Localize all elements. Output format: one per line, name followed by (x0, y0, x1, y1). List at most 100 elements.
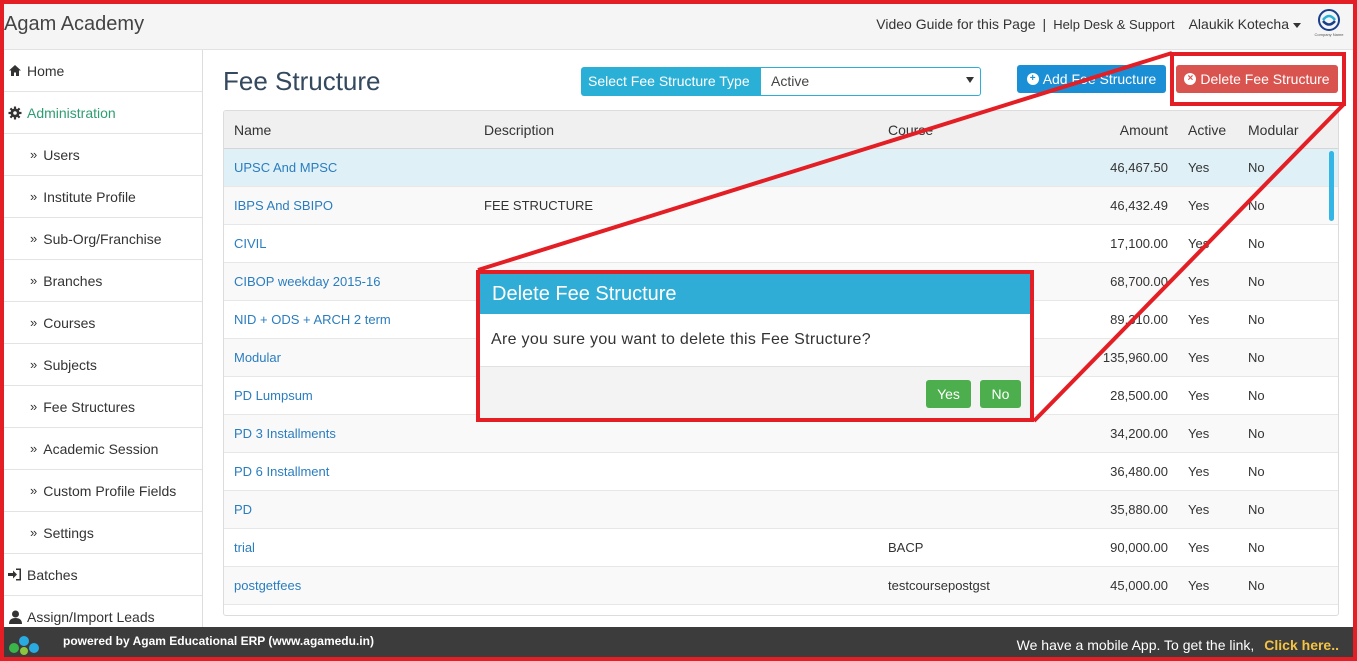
fee-structure-type-select: Select Fee Structure Type Active (581, 67, 981, 96)
cell-amount: 46,467.50 (1110, 160, 1168, 175)
cell-modular: No (1248, 236, 1265, 251)
double-chevron-icon: » (30, 315, 38, 330)
cell-name[interactable]: CIBOP weekday 2015-16 (234, 263, 380, 301)
cell-name[interactable]: CIVIL (234, 225, 267, 263)
fee-structure-type-dropdown[interactable]: Active (761, 67, 981, 96)
sidebar-item-sub-org[interactable]: » Sub-Org/Franchise (4, 218, 202, 260)
cell-name[interactable]: NID + ODS + ARCH 2 term (234, 301, 391, 339)
sidebar-item-users[interactable]: » Users (4, 134, 202, 176)
cell-active: Yes (1188, 464, 1210, 479)
table-row[interactable]: UPSC And MPSC 46,467.50 Yes No (224, 149, 1338, 187)
cell-amount: 17,100.00 (1110, 236, 1168, 251)
user-menu[interactable]: Alaukik Kotecha (1189, 16, 1301, 32)
sign-in-icon (6, 568, 24, 581)
powered-by-text: powered by Agam Educational ERP (www.aga… (63, 634, 374, 648)
sidebar-item-courses[interactable]: » Courses (4, 302, 202, 344)
help-desk-link[interactable]: Help Desk & Support (1053, 17, 1174, 32)
column-header-active[interactable]: Active (1188, 111, 1226, 149)
footer: powered by Agam Educational ERP (www.aga… (0, 627, 1357, 661)
column-header-course[interactable]: Course (888, 111, 933, 149)
cell-name[interactable]: PD (234, 491, 252, 529)
column-header-name[interactable]: Name (234, 111, 271, 149)
cell-amount: 89,310.00 (1110, 312, 1168, 327)
table-scrollbar[interactable] (1329, 151, 1334, 221)
dropdown-arrow-icon (966, 77, 974, 83)
cell-active: Yes (1188, 426, 1210, 441)
double-chevron-icon: » (30, 483, 38, 498)
agam-logo-icon (9, 636, 39, 655)
cell-modular: No (1248, 350, 1265, 365)
cell-name[interactable]: PD 3 Installments (234, 415, 336, 453)
cell-active: Yes (1188, 274, 1210, 289)
cell-amount: 90,000.00 (1110, 540, 1168, 555)
fee-structure-type-label: Select Fee Structure Type (581, 67, 761, 96)
sidebar-item-institute-profile[interactable]: » Institute Profile (4, 176, 202, 218)
cell-active: Yes (1188, 540, 1210, 555)
column-header-amount[interactable]: Amount (1120, 111, 1168, 149)
dialog-message: Are you sure you want to delete this Fee… (491, 331, 871, 348)
column-header-modular[interactable]: Modular (1248, 111, 1299, 149)
cell-modular: No (1248, 502, 1265, 517)
sidebar-item-custom-profile-fields[interactable]: » Custom Profile Fields (4, 470, 202, 512)
sidebar-item-settings[interactable]: » Settings (4, 512, 202, 554)
no-button[interactable]: No (980, 380, 1021, 408)
dialog-title: Delete Fee Structure (480, 274, 1030, 314)
sidebar-item-branches[interactable]: » Branches (4, 260, 202, 302)
click-here-link[interactable]: Click here.. (1264, 637, 1339, 653)
cell-amount: 68,700.00 (1110, 274, 1168, 289)
gear-icon (6, 106, 24, 120)
sidebar-item-label: Subjects (43, 356, 97, 373)
video-guide-link[interactable]: Video Guide for this Page (876, 16, 1035, 32)
cell-name[interactable]: PD 6 Installment (234, 453, 329, 491)
cell-active: Yes (1188, 198, 1210, 213)
add-fee-structure-button[interactable]: + Add Fee Structure (1017, 65, 1166, 93)
table-row[interactable]: CIVIL 17,100.00 Yes No (224, 225, 1338, 263)
cell-modular: No (1248, 198, 1265, 213)
double-chevron-icon: » (30, 357, 38, 372)
cell-name[interactable]: Modular (234, 339, 281, 377)
sidebar-item-administration[interactable]: Administration (4, 92, 202, 134)
sidebar-item-fee-structures[interactable]: » Fee Structures (4, 386, 202, 428)
sidebar-item-batches[interactable]: Batches (4, 554, 202, 596)
yes-button[interactable]: Yes (926, 380, 971, 408)
cell-active: Yes (1188, 350, 1210, 365)
table-row[interactable]: postgetfees testcoursepostgst 45,000.00 Yes… (224, 567, 1338, 605)
column-header-description[interactable]: Description (484, 111, 554, 149)
cell-modular: No (1248, 426, 1265, 441)
cell-name[interactable]: trial (234, 529, 255, 567)
mobile-app-text: We have a mobile App. To get the link, (1016, 637, 1255, 653)
cell-description: FEE STRUCTURE (484, 198, 594, 213)
table-row[interactable]: IBPS And SBIPO FEE STRUCTURE 46,432.49 Yes N… (224, 187, 1338, 225)
table-row[interactable]: trial BACP 90,000.00 Yes No (224, 529, 1338, 567)
cell-name[interactable]: IBPS And SBIPO (234, 187, 333, 225)
sidebar-item-assign-import-leads[interactable]: Assign/Import Leads (4, 596, 202, 628)
table-row[interactable]: PD 6 Installment 36,480.00 Yes No (224, 453, 1338, 491)
cell-amount: 45,000.00 (1110, 578, 1168, 593)
cell-name[interactable]: postgetfees (234, 567, 301, 605)
mobile-app-message: We have a mobile App. To get the link, Cl… (1017, 637, 1339, 653)
sidebar-item-subjects[interactable]: » Subjects (4, 344, 202, 386)
cell-course: testcoursepostgst (888, 578, 990, 593)
double-chevron-icon: » (30, 231, 38, 246)
table-row[interactable]: PD 35,880.00 Yes No (224, 491, 1338, 529)
brand-title[interactable]: Agam Academy (4, 13, 144, 36)
cell-active: Yes (1188, 160, 1210, 175)
divider: | (1042, 16, 1047, 32)
cell-modular: No (1248, 388, 1265, 403)
sidebar-item-label: Batches (27, 566, 78, 583)
cell-active: Yes (1188, 388, 1210, 403)
sidebar-item-home[interactable]: Home (4, 50, 202, 92)
annotation-highlight-box (1170, 52, 1346, 106)
cell-name[interactable]: PD Lumpsum (234, 377, 313, 415)
delete-confirmation-dialog: Delete Fee Structure Are you sure you wa… (476, 270, 1034, 422)
sidebar-item-academic-session[interactable]: » Academic Session (4, 428, 202, 470)
sidebar-item-label: Academic Session (43, 440, 159, 457)
home-icon (6, 64, 24, 77)
cell-name[interactable]: UPSC And MPSC (234, 149, 337, 187)
cell-active: Yes (1188, 236, 1210, 251)
page-title: Fee Structure (223, 66, 381, 96)
cell-modular: No (1248, 160, 1265, 175)
company-logo-icon (1318, 9, 1340, 31)
double-chevron-icon: » (30, 273, 38, 288)
cell-modular: No (1248, 578, 1265, 593)
